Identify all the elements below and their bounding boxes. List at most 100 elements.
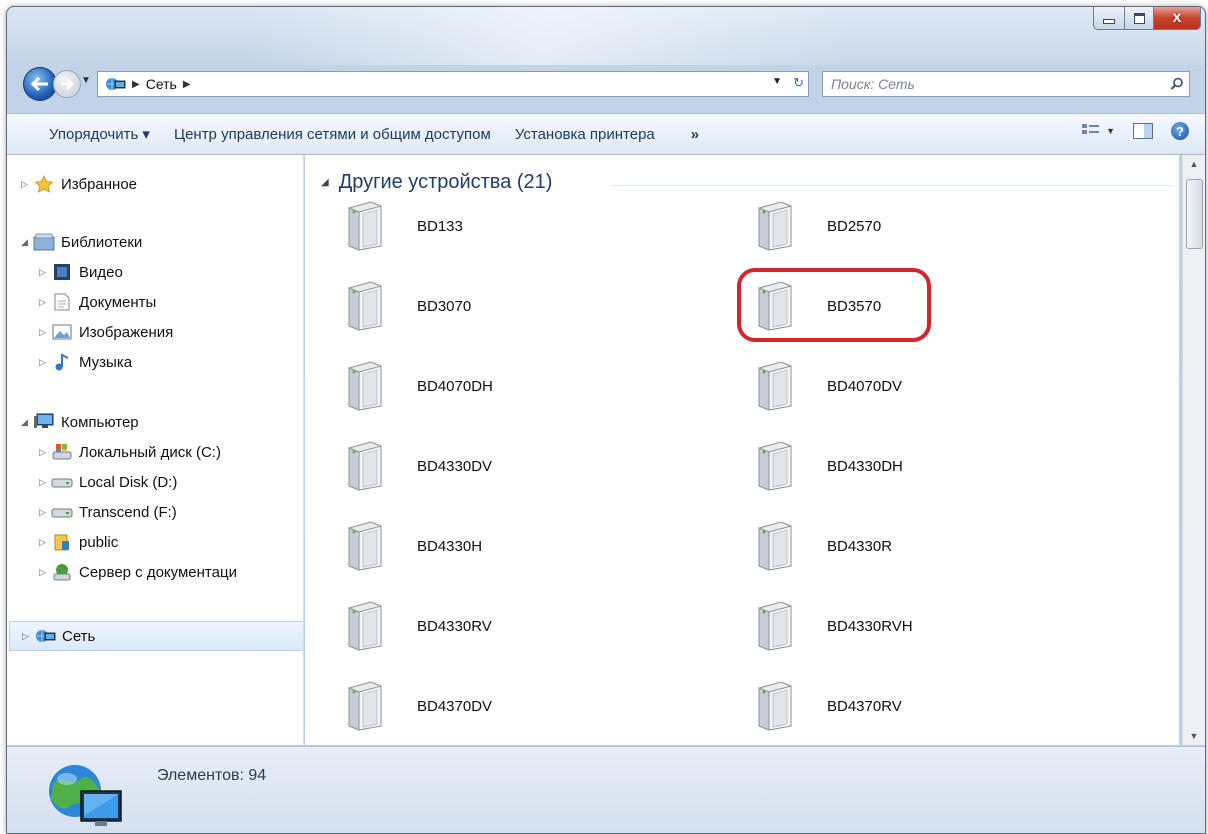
close-icon: x (1172, 9, 1182, 26)
tree-item-pictures[interactable]: ▷ Изображения (39, 323, 173, 341)
network-icon (104, 76, 126, 92)
breadcrumb-separator[interactable]: ▶ (132, 79, 140, 90)
tree-item-drive-d[interactable]: ▷ Local Disk (D:) (39, 473, 177, 491)
breadcrumb-network[interactable]: Сеть (146, 76, 177, 92)
change-view-button[interactable]: ▼ (1082, 123, 1115, 139)
tree-item-doc-server[interactable]: ▷ Сервер с документаци (39, 563, 237, 581)
user-folder-icon (51, 533, 73, 551)
tree-item-label: Сеть (62, 627, 96, 645)
tree-item-drive-c[interactable]: ▷ Локальный диск (C:) (39, 443, 221, 461)
forward-button[interactable] (53, 70, 81, 98)
device-item[interactable]: BD2570 (755, 200, 881, 252)
tree-item-favorites[interactable]: ▷ Избранное (21, 175, 137, 193)
group-header[interactable]: ◢ Другие устройства (21) (321, 171, 552, 194)
removable-drive-icon (51, 503, 73, 521)
tree-item-video[interactable]: ▷ Видео (39, 263, 123, 281)
device-item[interactable]: BD4070DV (755, 360, 902, 412)
device-item[interactable]: BD4330DH (755, 440, 903, 492)
device-label: BD4330H (417, 537, 483, 555)
expand-icon[interactable]: ▷ (39, 267, 51, 278)
device-label: BD133 (417, 217, 463, 235)
navigation-bar: ▼ ▶ Сеть ▶ ▼ ↻ Поиск: Сеть (19, 67, 1193, 101)
group-divider (611, 185, 1173, 186)
device-label: BD4330DH (827, 457, 903, 475)
maximize-button[interactable] (1125, 7, 1154, 30)
tree-item-drive-f[interactable]: ▷ Transcend (F:) (39, 503, 177, 521)
device-icon (348, 521, 382, 571)
refresh-icon[interactable]: ↻ (793, 75, 804, 91)
back-button[interactable] (23, 67, 57, 101)
device-item[interactable]: BD4330H (345, 520, 482, 572)
network-globe-icon (49, 765, 122, 826)
vertical-scrollbar[interactable]: ▲ ▼ (1182, 155, 1205, 745)
device-item[interactable]: BD4070DH (345, 360, 493, 412)
tree-item-label: Local Disk (D:) (79, 473, 178, 491)
tree-item-label: Локальный диск (C:) (79, 443, 221, 461)
view-options-icon (1082, 124, 1100, 134)
device-item[interactable]: BD4370DV (345, 680, 492, 732)
expand-icon[interactable]: ▷ (39, 297, 51, 308)
more-commands-button[interactable]: » (679, 126, 711, 143)
device-icon (348, 281, 382, 331)
music-note-icon (51, 353, 73, 371)
add-printer-button[interactable]: Установка принтера (503, 126, 667, 143)
organize-menu-button[interactable]: Упорядочить ▾ (37, 125, 162, 143)
tree-item-music[interactable]: ▷ Музыка (39, 353, 132, 371)
expand-icon[interactable]: ▷ (39, 447, 51, 458)
help-icon[interactable]: ? (1171, 122, 1189, 140)
tree-item-computer[interactable]: ◢ Компьютер (21, 413, 139, 431)
device-item[interactable]: BD4370RV (755, 680, 902, 732)
device-label: BD2570 (827, 217, 882, 235)
network-icon (34, 627, 56, 645)
forward-arrow-icon (61, 78, 74, 90)
command-bar: Упорядочить ▾ Центр управления сетями и … (7, 113, 1205, 155)
device-item[interactable]: BD4330RVH (755, 600, 913, 652)
search-input[interactable]: Поиск: Сеть (823, 76, 1165, 92)
scrollbar-thumb[interactable] (1186, 179, 1203, 249)
tree-item-label: Документы (79, 293, 157, 311)
search-icon[interactable] (1165, 77, 1189, 91)
expand-icon[interactable]: ▷ (39, 537, 51, 548)
expand-icon[interactable]: ▷ (39, 327, 51, 338)
scroll-down-arrow-icon[interactable]: ▼ (1183, 727, 1205, 745)
preview-pane-icon[interactable] (1133, 123, 1153, 139)
tree-item-label: Библиотеки (61, 233, 143, 251)
scroll-up-arrow-icon[interactable]: ▲ (1183, 155, 1205, 173)
address-bar[interactable]: ▶ Сеть ▶ ▼ ↻ (97, 71, 809, 97)
minimize-button[interactable] (1093, 7, 1125, 30)
content-pane: ◢ Другие устройства (21) BD133 BD2570 BD30… (305, 155, 1179, 745)
title-bar (7, 7, 1205, 65)
tree-item-network[interactable]: ▷ Сеть (9, 621, 303, 651)
collapse-icon[interactable]: ◢ (21, 417, 33, 428)
expand-icon[interactable]: ▷ (39, 507, 51, 518)
tree-item-libraries[interactable]: ◢ Библиотеки (21, 233, 142, 251)
expand-icon[interactable]: ▷ (39, 477, 51, 488)
device-label: BD4330RV (417, 617, 492, 635)
collapse-group-icon[interactable]: ◢ (321, 177, 329, 188)
breadcrumb-separator[interactable]: ▶ (183, 79, 191, 90)
explorer-window: x ▼ ▶ Сеть ▶ ▼ ↻ Поиск: Сеть Упорядочить… (6, 6, 1206, 834)
device-item[interactable]: BD4330RV (345, 600, 492, 652)
device-item[interactable]: BD3070 (345, 280, 471, 332)
close-button[interactable]: x (1154, 7, 1201, 30)
expand-icon[interactable]: ▷ (22, 631, 34, 642)
tree-item-label: Компьютер (61, 413, 139, 431)
collapse-icon[interactable]: ◢ (21, 237, 33, 248)
search-box[interactable]: Поиск: Сеть (822, 71, 1190, 97)
device-item[interactable]: BD4330R (755, 520, 892, 572)
tree-item-public[interactable]: ▷ public (39, 533, 118, 551)
highlight-outline (737, 268, 931, 342)
device-label: BD4330DV (417, 457, 493, 475)
expand-icon[interactable]: ▷ (39, 357, 51, 368)
device-item[interactable]: BD133 (345, 200, 463, 252)
device-icon (348, 441, 382, 491)
minimize-icon (1103, 18, 1115, 24)
expand-icon[interactable]: ▷ (21, 179, 33, 190)
expand-icon[interactable]: ▷ (39, 567, 51, 578)
tree-item-documents[interactable]: ▷ Документы (39, 293, 156, 311)
address-dropdown-icon[interactable]: ▼ (772, 76, 782, 87)
device-item[interactable]: BD4330DV (345, 440, 492, 492)
network-center-button[interactable]: Центр управления сетями и общим доступом (162, 126, 503, 143)
recent-pages-dropdown[interactable]: ▼ (81, 75, 91, 86)
network-drive-icon (51, 563, 73, 581)
